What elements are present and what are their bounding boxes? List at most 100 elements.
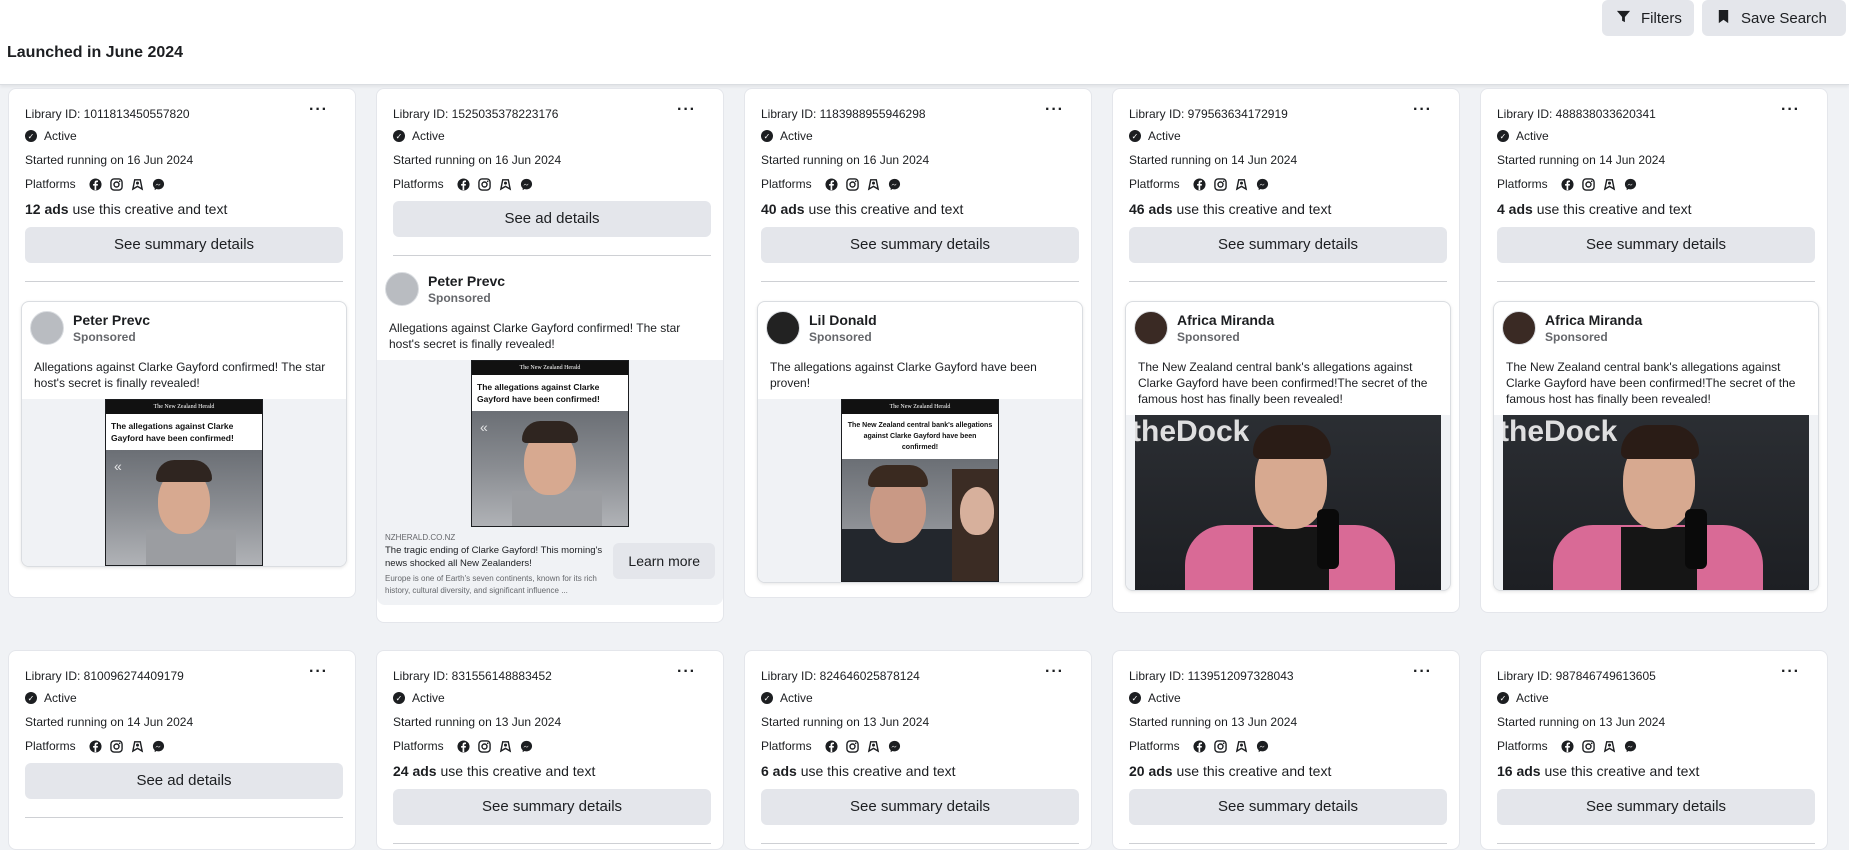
- learn-more-button[interactable]: Learn more: [613, 543, 715, 579]
- more-icon[interactable]: ···: [1781, 664, 1800, 680]
- sponsored-label: Sponsored: [1545, 330, 1608, 344]
- more-icon[interactable]: ···: [677, 102, 696, 118]
- link-title: The tragic ending of Clarke Gayford! Thi…: [385, 545, 603, 569]
- ad-preview[interactable]: Africa Miranda Sponsored The New Zealand c…: [1125, 301, 1451, 591]
- ad-preview[interactable]: Peter Prevc Sponsored Allegations against …: [377, 263, 723, 605]
- ad-card: Library ID: 831556148883452 ··· ✓ Active…: [376, 650, 724, 850]
- check-circle-icon: ✓: [1497, 130, 1509, 142]
- library-id: Library ID: 810096274409179: [25, 669, 184, 683]
- more-icon[interactable]: ···: [1413, 102, 1432, 118]
- platforms-label: Platforms: [393, 739, 444, 753]
- advertiser-name[interactable]: Africa Miranda: [1177, 312, 1274, 328]
- advertiser-avatar[interactable]: [1134, 311, 1168, 345]
- ad-media[interactable]: theDock: [1126, 415, 1450, 590]
- check-circle-icon: ✓: [393, 130, 405, 142]
- platforms-label: Platforms: [1129, 739, 1180, 753]
- card-divider: [1497, 281, 1815, 282]
- ads-count: 46 ads: [1129, 201, 1173, 217]
- messenger-icon: [888, 740, 901, 753]
- filters-button[interactable]: Filters: [1602, 0, 1694, 36]
- ad-preview[interactable]: Lil Donald Sponsored The allegations again…: [757, 301, 1083, 583]
- more-icon[interactable]: ···: [677, 664, 696, 680]
- audience-network-icon: [1603, 740, 1616, 753]
- card-action-button[interactable]: See summary details: [761, 227, 1079, 263]
- card-action-button[interactable]: See summary details: [1497, 227, 1815, 263]
- news-screenshot: The New Zealand Herald The allegations ag…: [471, 360, 629, 527]
- more-icon[interactable]: ···: [1413, 664, 1432, 680]
- more-icon[interactable]: ···: [1045, 664, 1064, 680]
- messenger-icon: [152, 740, 165, 753]
- advertiser-name[interactable]: Africa Miranda: [1545, 312, 1642, 328]
- news-masthead: The New Zealand Herald: [106, 400, 262, 414]
- ad-media[interactable]: theDock: [1494, 415, 1818, 590]
- status-row: ✓ Active: [393, 124, 708, 148]
- status-row: ✓ Active: [1129, 124, 1444, 148]
- advertiser-name[interactable]: Peter Prevc: [428, 273, 505, 289]
- messenger-icon: [520, 178, 533, 191]
- card-action-button[interactable]: See summary details: [761, 789, 1079, 825]
- library-id: Library ID: 831556148883452: [393, 669, 552, 683]
- more-icon[interactable]: ···: [1045, 102, 1064, 118]
- card-action-button[interactable]: See summary details: [1129, 227, 1447, 263]
- status-label: Active: [1516, 129, 1549, 143]
- ads-suffix: use this creative and text: [808, 201, 964, 217]
- facebook-icon: [825, 739, 838, 753]
- advertiser-avatar[interactable]: [385, 272, 419, 306]
- link-preview[interactable]: NZHERALD.CO.NZ The tragic ending of Clark…: [377, 527, 723, 605]
- check-circle-icon: ✓: [761, 692, 773, 704]
- ads-count: 4 ads: [1497, 201, 1533, 217]
- library-id: Library ID: 979563634172919: [1129, 107, 1288, 121]
- advertiser-avatar[interactable]: [30, 311, 64, 345]
- more-icon[interactable]: ···: [309, 102, 328, 118]
- platforms-label: Platforms: [25, 177, 76, 191]
- check-circle-icon: ✓: [1497, 692, 1509, 704]
- instagram-icon: [477, 177, 491, 191]
- card-action-button[interactable]: See summary details: [1497, 789, 1815, 825]
- status-row: ✓ Active: [25, 686, 340, 710]
- ads-count-line: 40 ads use this creative and text: [761, 196, 1076, 222]
- messenger-icon: [520, 740, 533, 753]
- news-screenshot: The New Zealand Herald The New Zealand ce…: [841, 399, 999, 582]
- save-search-button[interactable]: Save Search: [1702, 0, 1846, 36]
- card-action-button[interactable]: See ad details: [25, 763, 343, 799]
- ads-count-line: 24 ads use this creative and text: [393, 758, 708, 784]
- news-masthead: The New Zealand Herald: [842, 400, 998, 414]
- more-icon[interactable]: ···: [309, 664, 328, 680]
- status-row: ✓ Active: [761, 124, 1076, 148]
- started-running: Started running on 14 Jun 2024: [1497, 153, 1666, 167]
- card-action-button[interactable]: See summary details: [393, 789, 711, 825]
- advertiser-avatar[interactable]: [766, 311, 800, 345]
- card-meta: Library ID: 810096274409179 ··· ✓ Active…: [9, 651, 355, 818]
- audience-network-icon: [1603, 178, 1616, 191]
- news-headline: The allegations against Clarke Gayford h…: [477, 382, 600, 404]
- status-row: ✓ Active: [761, 686, 1076, 710]
- instagram-icon: [845, 177, 859, 191]
- advertiser-avatar[interactable]: [1502, 311, 1536, 345]
- card-meta: Library ID: 1139512097328043 ··· ✓ Activ…: [1113, 651, 1459, 844]
- more-icon[interactable]: ···: [1781, 102, 1800, 118]
- ad-preview[interactable]: Africa Miranda Sponsored The New Zealand c…: [1493, 301, 1819, 591]
- advertiser-name[interactable]: Lil Donald: [809, 312, 877, 328]
- ad-media[interactable]: The New Zealand Herald The New Zealand ce…: [758, 399, 1082, 582]
- advertiser-name[interactable]: Peter Prevc: [73, 312, 150, 328]
- ad-body-text: Allegations against Clarke Gayford confi…: [34, 360, 326, 390]
- audience-network-icon: [1235, 740, 1248, 753]
- card-action-button[interactable]: See ad details: [393, 201, 711, 237]
- card-meta: Library ID: 824646025878124 ··· ✓ Active…: [745, 651, 1091, 844]
- card-meta: Library ID: 1525035378223176 ··· ✓ Activ…: [377, 89, 723, 256]
- ad-photo: theDock: [1135, 415, 1441, 590]
- card-action-button[interactable]: See summary details: [1129, 789, 1447, 825]
- facebook-icon: [1193, 177, 1206, 191]
- card-action-button[interactable]: See summary details: [25, 227, 343, 263]
- platforms-row: Platforms: [1497, 172, 1812, 196]
- news-masthead: The New Zealand Herald: [472, 361, 628, 375]
- check-circle-icon: ✓: [1129, 130, 1141, 142]
- ad-media[interactable]: The New Zealand Herald The allegations ag…: [22, 399, 346, 566]
- sponsored-label: Sponsored: [73, 330, 136, 344]
- news-screenshot: The New Zealand Herald The allegations ag…: [105, 399, 263, 566]
- ad-preview[interactable]: Peter Prevc Sponsored Allegations against …: [21, 301, 347, 567]
- ad-media[interactable]: The New Zealand Herald The allegations ag…: [377, 360, 723, 527]
- platforms-label: Platforms: [25, 739, 76, 753]
- started-running: Started running on 16 Jun 2024: [25, 153, 194, 167]
- sponsored-label: Sponsored: [428, 291, 491, 305]
